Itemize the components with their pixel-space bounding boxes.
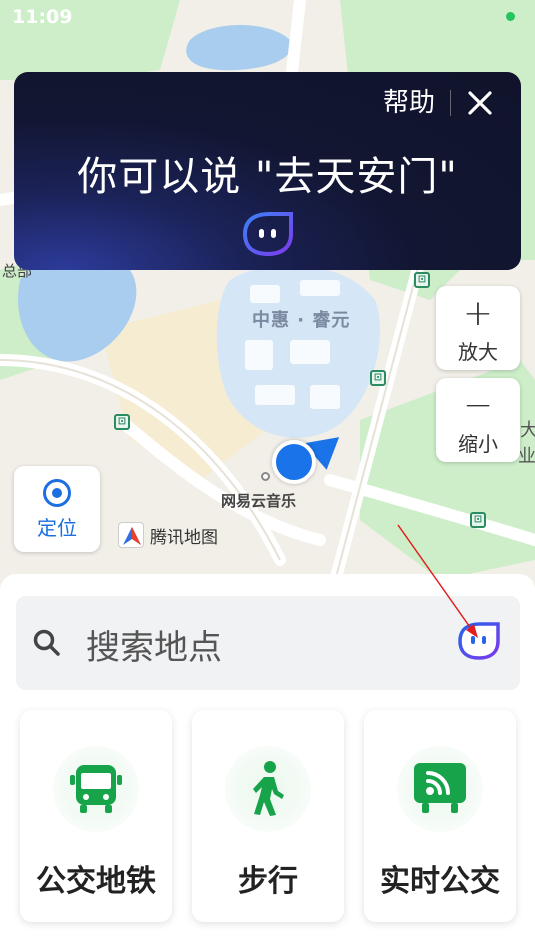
walking-icon — [225, 746, 311, 832]
status-indicator — [506, 12, 515, 21]
voice-assistant-icon[interactable] — [456, 620, 502, 662]
close-icon[interactable] — [463, 86, 497, 120]
zoom-out-button[interactable]: − 缩小 — [436, 378, 520, 462]
status-time: 11:09 — [12, 6, 73, 28]
search-icon — [33, 629, 60, 656]
bus-icon — [53, 746, 139, 832]
voice-assistant-icon[interactable] — [239, 210, 297, 258]
minus-icon: − — [462, 385, 494, 426]
map-label-poi[interactable]: 网易云音乐 — [221, 490, 296, 511]
map-provider-name: 腾讯地图 — [150, 527, 218, 548]
bus-stop-icon[interactable]: ⊡ — [470, 512, 486, 528]
plus-icon: + — [462, 293, 494, 334]
map-provider-logo: 腾讯地图 — [118, 522, 218, 548]
card-realtime-bus[interactable]: 实时公交 — [364, 710, 516, 922]
card-label: 实时公交 — [380, 864, 500, 899]
card-bus-subway[interactable]: 公交地铁 — [20, 710, 172, 922]
compass-logo-icon — [118, 522, 144, 548]
search-bar[interactable]: 搜索地点 — [16, 596, 520, 690]
map-label-right-edge-top: 大 — [520, 420, 535, 441]
bus-stop-icon[interactable]: ⊡ — [414, 272, 430, 288]
card-walking[interactable]: 步行 — [192, 710, 344, 922]
current-location-marker — [272, 440, 316, 484]
card-label: 公交地铁 — [36, 864, 156, 899]
map-view[interactable]: 11:09 总部 中惠 · 睿元 网易云音乐 大 业 ⊡ ⊡ ⊡ ⊡ + 放大 … — [0, 0, 535, 600]
locate-button[interactable]: 定位 — [14, 466, 100, 552]
search-placeholder: 搜索地点 — [86, 628, 222, 668]
map-label-right-edge-bottom: 业 — [518, 446, 535, 467]
voice-hint-text: 你可以说 "去天安门" — [77, 154, 458, 200]
locate-label: 定位 — [37, 516, 77, 540]
zoom-in-button[interactable]: + 放大 — [436, 286, 520, 370]
map-label-place: 中惠 · 睿元 — [252, 310, 351, 331]
poi-dot-icon — [261, 472, 270, 481]
bottom-panel: 搜索地点 公交地铁 步行 实时公交 — [0, 574, 535, 951]
zoom-in-label: 放大 — [458, 340, 498, 364]
help-link[interactable]: 帮助 — [383, 82, 435, 119]
transit-options: 公交地铁 步行 实时公交 — [20, 710, 516, 922]
divider — [450, 90, 451, 116]
card-label: 步行 — [238, 864, 298, 899]
bus-stop-icon[interactable]: ⊡ — [114, 414, 130, 430]
realtime-bus-icon — [397, 746, 483, 832]
voice-hint-banner: 帮助 你可以说 "去天安门" — [14, 72, 521, 270]
bus-stop-icon[interactable]: ⊡ — [370, 370, 386, 386]
locate-icon — [43, 479, 71, 507]
zoom-out-label: 缩小 — [458, 432, 498, 456]
